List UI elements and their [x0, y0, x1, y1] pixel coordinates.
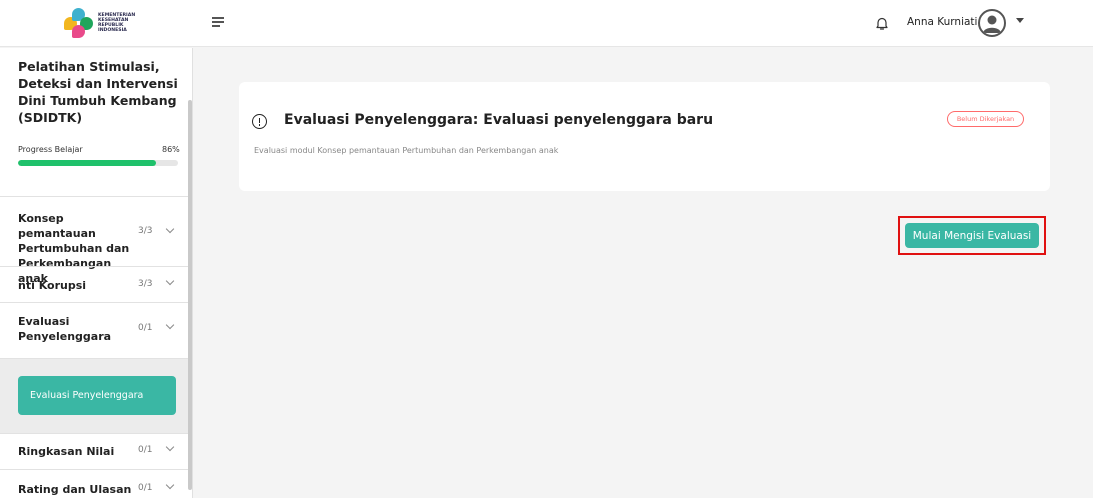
module-evaluasi-penyelenggara[interactable]: Evaluasi Penyelenggara 0/1	[0, 302, 188, 358]
module-name: Ringkasan Nilai	[18, 445, 115, 458]
chevron-down-icon[interactable]	[165, 224, 175, 234]
card-description: Evaluasi modul Konsep pemantauan Pertumb…	[254, 146, 559, 155]
status-badge: Belum Dikerjakan	[947, 111, 1024, 127]
progress-percent: 86%	[162, 145, 180, 154]
user-avatar-icon[interactable]	[978, 9, 1006, 37]
module-konsep-pemantauan[interactable]: Konsep pemantauan Pertumbuhan dan Perkem…	[0, 196, 188, 285]
logo-mark-icon	[64, 8, 94, 38]
chevron-down-icon[interactable]	[165, 320, 175, 330]
chevron-down-icon[interactable]	[165, 442, 175, 452]
module-name: Evaluasi Penyelenggara	[18, 315, 112, 343]
module-count: 0/1	[138, 445, 153, 455]
progress-bar-fill	[18, 160, 156, 166]
module-count: 3/3	[138, 279, 153, 289]
card-title: Evaluasi Penyelenggara: Evaluasi penyele…	[284, 112, 714, 128]
sidebar-scrollbar[interactable]	[188, 100, 192, 490]
module-name: nti Korupsi	[18, 279, 87, 292]
start-evaluation-button[interactable]: Mulai Mengisi Evaluasi	[905, 223, 1039, 248]
logo-text: KEMENTERIAN KESEHATAN REPUBLIK INDONESIA	[98, 13, 136, 33]
course-sidebar: Pelatihan Stimulasi, Deteksi dan Interve…	[0, 48, 193, 498]
chevron-down-icon[interactable]	[165, 276, 175, 286]
hamburger-menu-icon[interactable]	[212, 17, 224, 29]
top-navbar: KEMENTERIAN KESEHATAN REPUBLIK INDONESIA…	[0, 0, 1093, 47]
progress-bar	[18, 160, 178, 166]
module-anti-korupsi[interactable]: nti Korupsi 3/3	[0, 266, 188, 302]
module-rating-ulasan[interactable]: Rating dan Ulasan 0/1	[0, 469, 188, 498]
module-name: Rating dan Ulasan	[18, 483, 132, 496]
kemenkes-logo[interactable]: KEMENTERIAN KESEHATAN REPUBLIK INDONESIA	[64, 6, 142, 40]
evaluation-card: Evaluasi Penyelenggara: Evaluasi penyele…	[239, 82, 1050, 191]
module-count: 3/3	[138, 226, 153, 236]
module-ringkasan-nilai[interactable]: Ringkasan Nilai 0/1	[0, 433, 188, 469]
sub-item-evaluasi-penyelenggara[interactable]: Evaluasi Penyelenggara	[18, 376, 176, 415]
course-title: Pelatihan Stimulasi, Deteksi dan Interve…	[18, 59, 178, 125]
chevron-down-icon[interactable]	[165, 480, 175, 490]
caret-down-icon[interactable]	[1016, 18, 1024, 23]
exclamation-circle-icon	[252, 114, 267, 129]
progress-label: Progress Belajar	[18, 145, 83, 154]
module-count: 0/1	[138, 483, 153, 493]
bell-icon[interactable]	[875, 16, 889, 31]
module-count: 0/1	[138, 323, 153, 333]
